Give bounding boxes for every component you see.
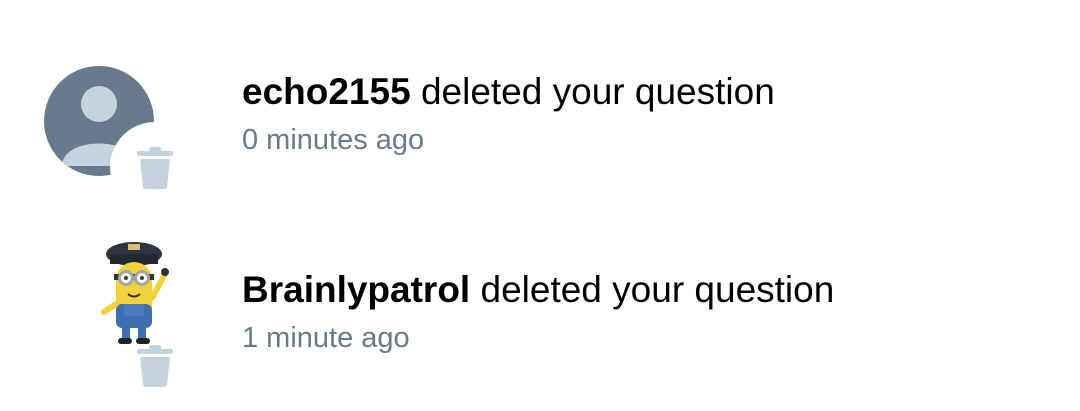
action-text: deleted your question xyxy=(420,71,775,112)
username-link[interactable]: Brainlypatrol xyxy=(242,269,470,310)
notification-item[interactable]: Brainlypatrol deleted your question 1 mi… xyxy=(0,242,1080,390)
notification-list: echo2155 deleted your question 0 minutes… xyxy=(0,0,1080,411)
delete-badge xyxy=(110,122,200,212)
timestamp: 0 minutes ago xyxy=(242,124,425,156)
timestamp: 1 minute ago xyxy=(242,322,410,354)
trash-icon xyxy=(137,345,173,387)
notification-item[interactable]: echo2155 deleted your question 0 minutes… xyxy=(0,52,1080,212)
user-avatar[interactable] xyxy=(40,66,200,212)
notification-message: echo2155 deleted your question xyxy=(242,70,775,114)
username-link[interactable]: echo2155 xyxy=(242,71,411,112)
notification-text: echo2155 deleted your question 0 minutes… xyxy=(242,70,775,158)
notification-message: Brainlypatrol deleted your question xyxy=(242,268,834,312)
user-avatar[interactable] xyxy=(40,242,180,387)
delete-badge xyxy=(110,320,200,410)
notification-text: Brainlypatrol deleted your question 1 mi… xyxy=(242,268,834,356)
action-text: deleted your question xyxy=(480,269,835,310)
trash-icon xyxy=(137,147,173,189)
